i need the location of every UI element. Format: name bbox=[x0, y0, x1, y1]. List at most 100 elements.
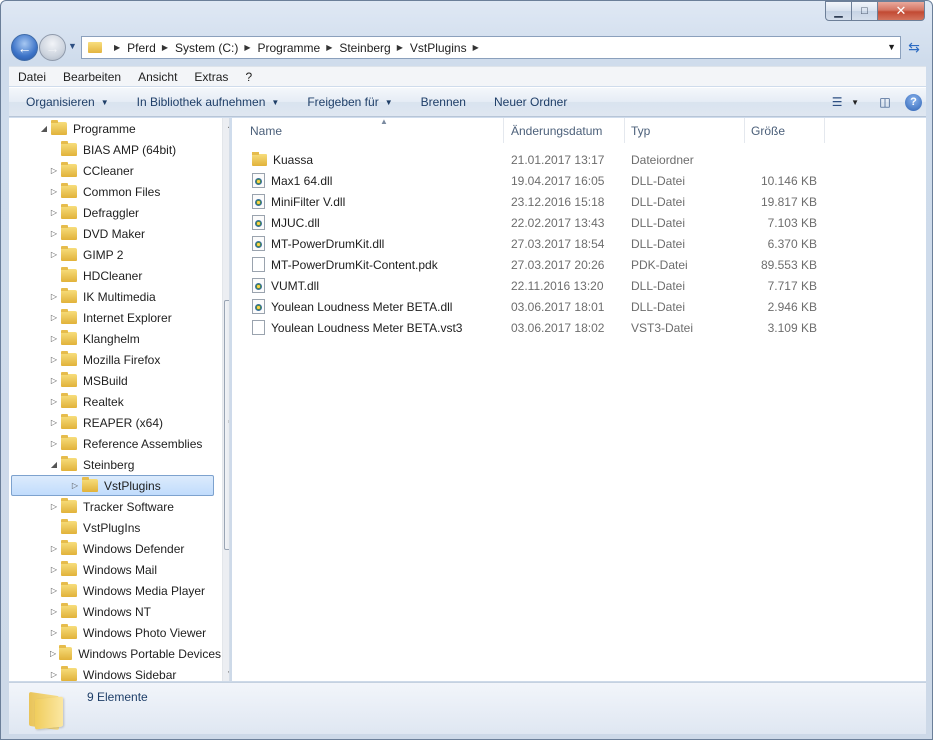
tree-item[interactable]: ▷ IK Multimedia bbox=[9, 286, 221, 307]
expand-icon[interactable]: ▷ bbox=[49, 313, 59, 322]
menu-help[interactable]: ? bbox=[236, 70, 260, 84]
address-history-dropdown[interactable]: ▼ bbox=[887, 42, 896, 52]
tree-item[interactable]: ▷ Internet Explorer bbox=[9, 307, 221, 328]
collapse-icon[interactable]: ◢ bbox=[39, 124, 49, 133]
tree-item[interactable]: ▷ Reference Assemblies bbox=[9, 433, 221, 454]
share-with-button[interactable]: Freigeben für ▼ bbox=[290, 95, 403, 109]
expand-icon[interactable]: ▷ bbox=[49, 355, 59, 364]
breadcrumb-separator-icon[interactable]: ▶ bbox=[162, 43, 168, 52]
tree-item[interactable]: ▷ Windows Defender bbox=[9, 538, 221, 559]
breadcrumb-steinberg[interactable]: Steinberg bbox=[339, 41, 390, 55]
tree-item[interactable]: ▷ CCleaner bbox=[9, 160, 221, 181]
tree-item[interactable]: ▷ Defraggler bbox=[9, 202, 221, 223]
tree-item[interactable]: ▷ REAPER (x64) bbox=[9, 412, 221, 433]
column-header-name[interactable]: Name ▲ bbox=[244, 117, 504, 143]
tree-item[interactable]: ▷ Windows Sidebar bbox=[9, 664, 221, 681]
preview-pane-button[interactable]: ◫ bbox=[875, 93, 895, 111]
collapse-icon[interactable]: ◢ bbox=[49, 460, 59, 469]
tree-item[interactable]: ▷ DVD Maker bbox=[9, 223, 221, 244]
scroll-down-icon[interactable]: ▼ bbox=[223, 666, 229, 681]
expand-icon[interactable]: ▷ bbox=[49, 208, 59, 217]
column-header-date[interactable]: Änderungsdatum bbox=[505, 118, 625, 143]
close-button[interactable]: ✕ bbox=[878, 1, 925, 21]
recent-pages-dropdown[interactable]: ▼ bbox=[68, 41, 77, 51]
scroll-thumb[interactable]: ≡ bbox=[224, 300, 229, 550]
breadcrumb-vstplugins[interactable]: VstPlugins bbox=[410, 41, 467, 55]
breadcrumb-separator-icon[interactable]: ▶ bbox=[397, 43, 403, 52]
tree-item[interactable]: ▷ Windows Mail bbox=[9, 559, 221, 580]
expand-icon[interactable]: ▷ bbox=[49, 586, 59, 595]
refresh-button[interactable]: ⇆ bbox=[903, 36, 925, 59]
file-row[interactable]: MT-PowerDrumKit.dll 27.03.2017 18:54 DLL-D… bbox=[232, 233, 926, 254]
expand-icon[interactable]: ▷ bbox=[49, 376, 59, 385]
expand-icon[interactable]: ▷ bbox=[49, 292, 59, 301]
expand-icon[interactable]: ▷ bbox=[49, 229, 59, 238]
expand-icon[interactable]: ▷ bbox=[49, 502, 59, 511]
back-button[interactable]: ← bbox=[11, 34, 38, 61]
menu-bearbeiten[interactable]: Bearbeiten bbox=[54, 70, 129, 84]
expand-icon[interactable]: ▷ bbox=[49, 166, 59, 175]
expand-icon[interactable]: ▷ bbox=[49, 334, 59, 343]
column-header-type[interactable]: Typ bbox=[625, 118, 745, 143]
expand-icon[interactable]: ▷ bbox=[49, 565, 59, 574]
breadcrumb-programme[interactable]: Programme bbox=[258, 41, 321, 55]
tree-item[interactable]: ▷ Windows Photo Viewer bbox=[9, 622, 221, 643]
expand-icon[interactable]: ▷ bbox=[70, 481, 80, 490]
menu-extras[interactable]: Extras bbox=[185, 70, 236, 84]
tree-item[interactable]: ▷ Windows NT bbox=[9, 601, 221, 622]
tree-item[interactable]: ▷ Windows Portable Devices bbox=[9, 643, 221, 664]
address-bar[interactable]: ▶ Pferd ▶ System (C:) ▶ Programme ▶ Stei… bbox=[81, 36, 901, 59]
tree-item[interactable]: ▷ Realtek bbox=[9, 391, 221, 412]
expand-icon[interactable]: ▷ bbox=[49, 649, 57, 658]
maximize-button[interactable]: □ bbox=[852, 1, 878, 21]
file-row[interactable]: Max1 64.dll 19.04.2017 16:05 DLL-Datei 10.1… bbox=[232, 170, 926, 191]
tree-item[interactable]: ◢ Steinberg bbox=[9, 454, 221, 475]
organize-button[interactable]: Organisieren ▼ bbox=[9, 95, 120, 109]
breadcrumb-pferd[interactable]: Pferd bbox=[127, 41, 156, 55]
forward-button[interactable]: → bbox=[39, 34, 66, 61]
burn-button[interactable]: Brennen bbox=[404, 95, 477, 109]
tree-item[interactable]: HDCleaner bbox=[9, 265, 221, 286]
tree-item[interactable]: ▷ Klanghelm bbox=[9, 328, 221, 349]
help-button[interactable]: ? bbox=[905, 93, 922, 111]
expand-icon[interactable]: ▷ bbox=[49, 250, 59, 259]
menu-ansicht[interactable]: Ansicht bbox=[129, 70, 185, 84]
file-row[interactable]: MT-PowerDrumKit-Content.pdk 27.03.2017 20… bbox=[232, 254, 926, 275]
minimize-button[interactable]: ▁ bbox=[825, 1, 852, 21]
navigation-scrollbar[interactable]: ▲ ≡ ▼ bbox=[222, 118, 229, 681]
file-row[interactable]: Youlean Loudness Meter BETA.vst3 03.06.20… bbox=[232, 317, 926, 338]
file-row[interactable]: Youlean Loudness Meter BETA.dll 03.06.201… bbox=[232, 296, 926, 317]
file-row[interactable]: MiniFilter V.dll 23.12.2016 15:18 DLL-Date… bbox=[232, 191, 926, 212]
tree-item[interactable]: ▷ GIMP 2 bbox=[9, 244, 221, 265]
expand-icon[interactable]: ▷ bbox=[49, 670, 59, 679]
file-row[interactable]: Kuassa 21.01.2017 13:17 Dateiordner bbox=[232, 149, 926, 170]
expand-icon[interactable]: ▷ bbox=[49, 628, 59, 637]
include-in-library-button[interactable]: In Bibliothek aufnehmen ▼ bbox=[120, 95, 291, 109]
breadcrumb-system-c[interactable]: System (C:) bbox=[175, 41, 238, 55]
menu-datei[interactable]: Datei bbox=[9, 70, 54, 84]
change-view-button[interactable]: ☰ bbox=[827, 93, 847, 111]
tree-item[interactable]: ▷ MSBuild bbox=[9, 370, 221, 391]
tree-item[interactable]: VstPlugIns bbox=[9, 517, 221, 538]
breadcrumb-separator-icon[interactable]: ▶ bbox=[114, 43, 120, 52]
tree-item[interactable]: ▷ Common Files bbox=[9, 181, 221, 202]
expand-icon[interactable]: ▷ bbox=[49, 187, 59, 196]
file-row[interactable]: VUMT.dll 22.11.2016 13:20 DLL-Datei 7.717 K… bbox=[232, 275, 926, 296]
column-header-size[interactable]: Größe bbox=[745, 118, 825, 143]
expand-icon[interactable]: ▷ bbox=[49, 544, 59, 553]
expand-icon[interactable]: ▷ bbox=[49, 397, 59, 406]
breadcrumb-separator-icon[interactable]: ▶ bbox=[473, 43, 479, 52]
view-options-dropdown[interactable]: ▼ bbox=[851, 98, 859, 107]
file-row[interactable]: MJUC.dll 22.02.2017 13:43 DLL-Datei 7.103 K… bbox=[232, 212, 926, 233]
tree-item[interactable]: BIAS AMP (64bit) bbox=[9, 139, 221, 160]
new-folder-button[interactable]: Neuer Ordner bbox=[477, 95, 578, 109]
tree-item[interactable]: ▷ Windows Media Player bbox=[9, 580, 221, 601]
expand-icon[interactable]: ▷ bbox=[49, 439, 59, 448]
tree-item[interactable]: ▷ Tracker Software bbox=[9, 496, 221, 517]
tree-item[interactable]: ▷ VstPlugins bbox=[11, 475, 214, 496]
expand-icon[interactable]: ▷ bbox=[49, 418, 59, 427]
scroll-up-icon[interactable]: ▲ bbox=[223, 118, 229, 133]
tree-item[interactable]: ▷ Mozilla Firefox bbox=[9, 349, 221, 370]
breadcrumb-separator-icon[interactable]: ▶ bbox=[244, 43, 250, 52]
expand-icon[interactable]: ▷ bbox=[49, 607, 59, 616]
